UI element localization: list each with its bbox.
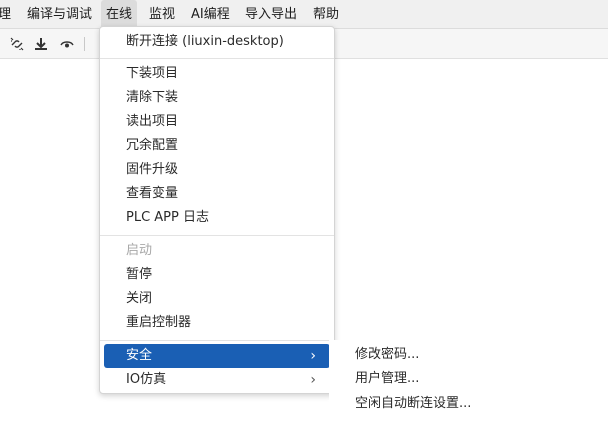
menu-item-clear-download[interactable]: 清除下装: [104, 86, 330, 110]
eye-icon[interactable]: [59, 36, 75, 52]
download-icon[interactable]: [33, 36, 49, 52]
menu-import-export[interactable]: 导入导出: [245, 0, 297, 29]
menu-item-io-simulation-label: IO仿真: [126, 372, 167, 387]
online-dropdown-menu: 断开连接 (liuxin-desktop) 下装项目 清除下装 读出项目 冗余配…: [99, 26, 335, 394]
menu-item-pause[interactable]: 暂停: [104, 263, 330, 287]
submenu-item-user-management[interactable]: 用户管理...: [329, 367, 519, 391]
menu-online[interactable]: 在线: [101, 0, 138, 29]
menu-item-redundancy-config[interactable]: 冗余配置: [104, 134, 330, 158]
submenu-item-change-password[interactable]: 修改密码...: [329, 343, 519, 367]
menu-item-disconnect[interactable]: 断开连接 (liuxin-desktop): [104, 30, 330, 54]
menu-item-security-label: 安全: [126, 348, 153, 363]
menu-separator: [100, 235, 334, 236]
menu-item-download-project[interactable]: 下装项目: [104, 62, 330, 86]
menu-item-restart-controller[interactable]: 重启控制器: [104, 311, 330, 335]
security-submenu: 修改密码... 用户管理... 空闲自动断连设置...: [329, 340, 519, 426]
menu-item-view-variables[interactable]: 查看变量: [104, 182, 330, 206]
disconnect-icon[interactable]: [9, 36, 25, 52]
menu-item-firmware-upgrade[interactable]: 固件升级: [104, 158, 330, 182]
chevron-right-icon: ›: [310, 348, 316, 364]
chevron-right-icon: ›: [310, 372, 316, 388]
menu-item-plc-app-log[interactable]: PLC APP 日志: [104, 206, 330, 230]
menu-ai-programming[interactable]: AI编程: [191, 0, 230, 29]
menu-project[interactable]: 理: [0, 0, 11, 29]
menu-separator: [100, 340, 334, 341]
menubar: 理 编译与调试 在线 监视 AI编程 导入导出 帮助: [0, 0, 608, 29]
menu-help[interactable]: 帮助: [313, 0, 339, 29]
toolbar-divider: [84, 37, 85, 51]
menu-item-security[interactable]: 安全 ›: [104, 344, 330, 368]
submenu-item-idle-disconnect-settings[interactable]: 空闲自动断连设置...: [329, 392, 519, 416]
menu-build-debug[interactable]: 编译与调试: [27, 0, 92, 29]
menu-monitor[interactable]: 监视: [149, 0, 175, 29]
menu-item-io-simulation[interactable]: IO仿真 ›: [104, 368, 330, 392]
menu-separator: [100, 58, 334, 59]
menu-item-read-project[interactable]: 读出项目: [104, 110, 330, 134]
menu-item-stop[interactable]: 关闭: [104, 287, 330, 311]
menu-item-start: 启动: [126, 243, 153, 258]
